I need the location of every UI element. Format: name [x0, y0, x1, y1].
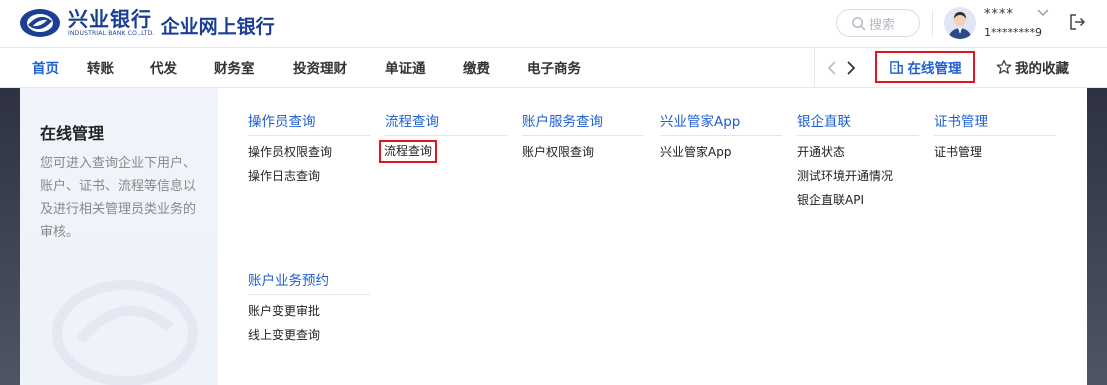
dropdown-intro: 在线管理 您可进入查询企业下用户、账户、证书、流程等信息以及进行相关管理员类业务…	[20, 88, 218, 385]
backdrop-right	[1087, 88, 1107, 385]
process-query-link[interactable]: 流程查询	[379, 140, 438, 163]
star-icon	[996, 59, 1012, 74]
menu-group-operator: 操作员查询 操作员权限查询 操作日志查询	[248, 112, 370, 188]
online-management-label: 在线管理	[907, 61, 962, 77]
nav-item-ecommerce[interactable]: 电子商务	[527, 48, 581, 88]
menu-heading[interactable]: 证书管理	[934, 112, 1056, 136]
menu-group-account-service: 账户服务查询 账户权限查询	[522, 112, 644, 164]
menu-link[interactable]: 开通状态	[797, 140, 919, 164]
menu-link[interactable]: 线上变更查询	[248, 323, 370, 347]
menu-heading[interactable]: 账户服务查询	[522, 112, 644, 136]
search-input[interactable]: 搜索	[836, 9, 920, 37]
building-icon	[889, 60, 903, 74]
backdrop-left	[0, 88, 20, 385]
logout-icon[interactable]	[1068, 13, 1086, 31]
menu-heading[interactable]: 操作员查询	[248, 112, 370, 136]
watermark-logo-icon	[52, 280, 198, 385]
nav-item-transfer[interactable]: 转账	[87, 48, 114, 88]
menu-group-process: 流程查询 流程查询	[379, 112, 507, 163]
nav-divider	[814, 48, 815, 88]
nav-item-investment[interactable]: 投资理财	[293, 48, 347, 88]
bank-logo-icon	[20, 9, 60, 37]
menu-link[interactable]: 测试环境开通情况	[797, 164, 919, 188]
favorites-label: 我的收藏	[1015, 61, 1069, 77]
menu-group-direct-link: 银企直联 开通状态 测试环境开通情况 银企直联API	[797, 112, 919, 212]
avatar[interactable]	[944, 7, 976, 39]
menu-link[interactable]: 操作员权限查询	[248, 140, 370, 164]
favorites-button[interactable]: 我的收藏	[996, 51, 1069, 83]
chevron-left-icon[interactable]	[826, 60, 838, 76]
chevron-right-icon[interactable]	[845, 60, 857, 76]
menu-link[interactable]: 银企直联API	[797, 188, 919, 212]
menu-heading[interactable]: 银企直联	[797, 112, 919, 136]
main-nav: 首页 转账 代发 财务室 投资理财 单证通 缴费 电子商务 在线管理 我的收藏	[0, 48, 1107, 88]
user-id: 1********9	[984, 26, 1042, 39]
header-divider	[932, 10, 933, 36]
dropdown-title: 在线管理	[40, 124, 105, 143]
menu-group-certificate: 证书管理 证书管理	[934, 112, 1056, 164]
online-management-dropdown: 在线管理 您可进入查询企业下用户、账户、证书、流程等信息以及进行相关管理员类业务…	[20, 88, 1087, 385]
user-name[interactable]: ****	[984, 7, 1014, 22]
dropdown-description: 您可进入查询企业下用户、账户、证书、流程等信息以及进行相关管理员类业务的审核。	[40, 156, 197, 240]
menu-link[interactable]: 证书管理	[934, 140, 1056, 164]
menu-link[interactable]: 账户变更审批	[248, 299, 370, 323]
nav-item-payroll[interactable]: 代发	[150, 48, 177, 88]
menu-heading[interactable]: 兴业管家App	[660, 112, 782, 136]
product-title: 企业网上银行	[160, 15, 275, 38]
menu-link[interactable]: 操作日志查询	[248, 164, 370, 188]
bank-name-en: INDUSTRIAL BANK CO.,LTD.	[68, 30, 155, 37]
nav-item-finance-room[interactable]: 财务室	[214, 48, 255, 88]
search-icon	[852, 16, 866, 30]
menu-group-app: 兴业管家App 兴业管家App	[660, 112, 782, 164]
menu-link[interactable]: 兴业管家App	[660, 140, 782, 164]
menu-group-reservation: 账户业务预约 账户变更审批 线上变更查询	[248, 271, 370, 347]
nav-item-documents[interactable]: 单证通	[385, 48, 426, 88]
menu-heading[interactable]: 账户业务预约	[248, 271, 370, 295]
user-avatar-icon	[944, 7, 976, 39]
top-header: 兴业银行 INDUSTRIAL BANK CO.,LTD. 企业网上银行 搜索 …	[0, 0, 1107, 48]
bank-name-cn: 兴业银行	[68, 7, 152, 31]
menu-link[interactable]: 账户权限查询	[522, 140, 644, 164]
chevron-down-icon[interactable]	[1037, 9, 1049, 17]
nav-item-home[interactable]: 首页	[32, 48, 59, 88]
search-placeholder: 搜索	[869, 17, 896, 33]
nav-item-payment[interactable]: 缴费	[463, 48, 490, 88]
online-management-button[interactable]: 在线管理	[875, 51, 975, 83]
bank-logo[interactable]: 兴业银行 INDUSTRIAL BANK CO.,LTD. 企业网上银行	[18, 7, 275, 39]
menu-heading[interactable]: 流程查询	[385, 112, 507, 136]
